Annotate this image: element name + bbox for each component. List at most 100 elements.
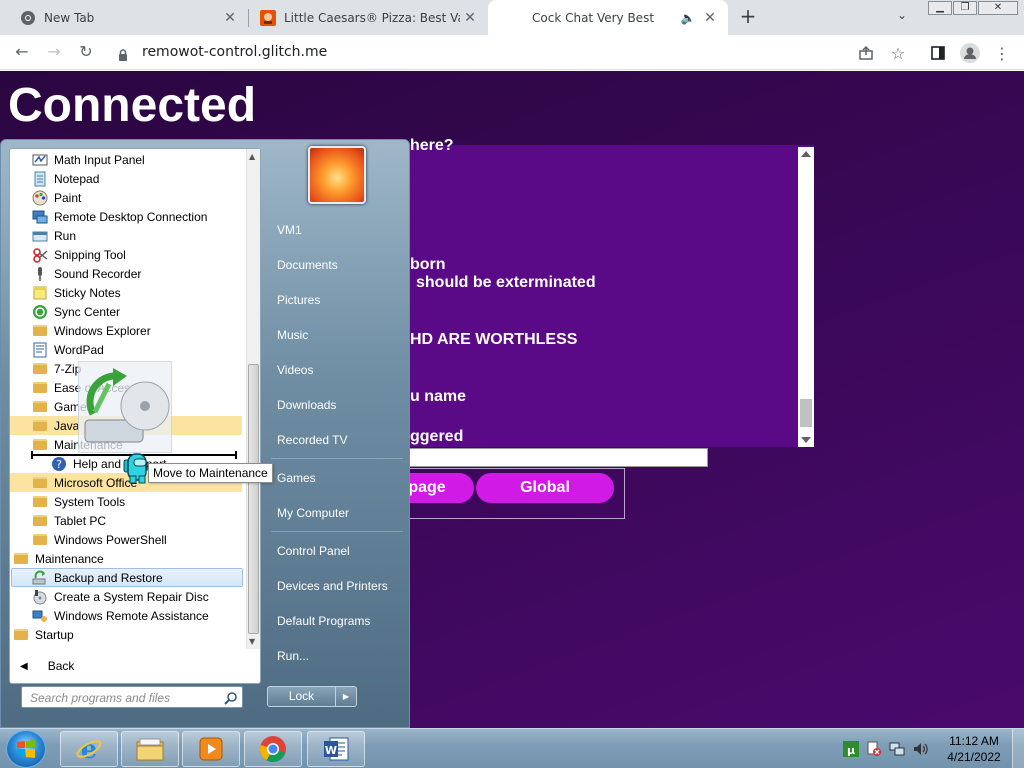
clock-date: 4/21/2022 xyxy=(947,750,1001,764)
side-panel-icon[interactable] xyxy=(928,43,948,63)
global-button[interactable]: Global xyxy=(476,473,614,503)
program-label: Sync Center xyxy=(54,304,121,319)
program-paint[interactable]: Paint xyxy=(32,188,81,207)
folder-7zip[interactable]: 7-Zip xyxy=(32,359,81,378)
program-wordpad[interactable]: WordPad xyxy=(32,340,104,359)
start-link-my-computer[interactable]: My Computer xyxy=(277,506,349,520)
lock-button[interactable]: Lock ▶ xyxy=(267,686,357,707)
back-arrow-icon[interactable]: ← xyxy=(12,42,32,62)
wordpad-icon xyxy=(32,342,48,358)
forward-arrow-icon[interactable]: → xyxy=(44,42,64,62)
folder-icon xyxy=(32,513,48,529)
start-link-games[interactable]: Games xyxy=(277,471,316,485)
run-icon xyxy=(32,228,48,244)
program-list-scrollbar[interactable]: ▲ ▼ xyxy=(246,149,260,649)
program-sound-recorder[interactable]: Sound Recorder xyxy=(32,264,141,283)
tray-volume-icon[interactable] xyxy=(912,741,928,757)
tab-audio-icon[interactable]: 🔈 xyxy=(676,11,700,25)
back-button[interactable]: ◀ Back xyxy=(20,659,74,673)
program-sticky-notes[interactable]: Sticky Notes xyxy=(32,283,121,302)
taskbar-chrome[interactable] xyxy=(244,731,302,767)
close-window-icon[interactable]: ✕ xyxy=(978,1,1018,15)
folder-icon xyxy=(13,551,29,567)
lock-icon[interactable] xyxy=(118,46,128,65)
taskbar-windows-explorer[interactable] xyxy=(121,731,179,767)
start-link-downloads[interactable]: Downloads xyxy=(277,398,336,412)
minimize-icon[interactable]: ▁ xyxy=(928,1,952,15)
start-link-run[interactable]: Run... xyxy=(277,649,309,663)
menu-kebab-icon[interactable]: ⋮ xyxy=(992,43,1012,63)
share-icon[interactable] xyxy=(856,43,876,63)
tab-new-tab[interactable]: New Tab ✕ xyxy=(0,0,248,35)
program-label: Paint xyxy=(54,190,82,205)
reload-icon[interactable]: ↻ xyxy=(76,42,96,62)
page-title: Connected xyxy=(8,79,257,132)
clock-time: 11:12 AM xyxy=(949,734,999,748)
tab-cock-chat[interactable]: Cock Chat Very Best 🔈 ✕ xyxy=(488,0,728,35)
scroll-up-arrow-icon[interactable]: ▲ xyxy=(249,152,255,161)
scroll-thumb[interactable] xyxy=(800,399,812,427)
taskbar-clock[interactable]: 11:12 AM 4/21/2022 xyxy=(940,733,1008,765)
program-windows-explorer[interactable]: Windows Explorer xyxy=(32,321,151,340)
search-input[interactable] xyxy=(22,688,218,708)
bookmark-star-icon[interactable]: ☆ xyxy=(888,43,908,63)
search-icon[interactable] xyxy=(224,690,238,709)
start-link-default-programs[interactable]: Default Programs xyxy=(277,614,370,628)
program-sync-center[interactable]: Sync Center xyxy=(32,302,120,321)
backup-icon xyxy=(32,570,48,586)
close-tab-icon[interactable]: ✕ xyxy=(700,10,720,26)
tray-action-center-warning-icon[interactable] xyxy=(866,741,882,757)
shutdown-options-arrow-icon[interactable]: ▶ xyxy=(336,687,356,706)
start-link-videos[interactable]: Videos xyxy=(277,363,313,377)
start-link-pictures[interactable]: Pictures xyxy=(277,293,320,307)
folder-startup[interactable]: Startup xyxy=(13,625,74,644)
folder-system-tools[interactable]: System Tools xyxy=(32,492,125,511)
program-math-input-panel[interactable]: Math Input Panel xyxy=(32,150,145,169)
start-link-devices-and-printers[interactable]: Devices and Printers xyxy=(277,579,388,593)
user-avatar[interactable] xyxy=(308,146,366,204)
folder-maintenance-expanded[interactable]: Maintenance xyxy=(13,549,104,568)
show-desktop-button[interactable] xyxy=(1012,729,1024,768)
program-snipping-tool[interactable]: Snipping Tool xyxy=(32,245,126,264)
scroll-down-arrow-icon[interactable] xyxy=(801,437,811,443)
profile-avatar-icon[interactable] xyxy=(960,43,980,63)
taskbar-word[interactable]: W xyxy=(307,731,365,767)
tray-network-icon[interactable] xyxy=(889,741,905,757)
program-notepad[interactable]: Notepad xyxy=(32,169,99,188)
start-button[interactable] xyxy=(6,730,46,768)
taskbar-internet-explorer[interactable]: e xyxy=(60,731,118,767)
windows-explorer-icon xyxy=(136,738,164,761)
program-run[interactable]: Run xyxy=(32,226,76,245)
scroll-down-arrow-icon[interactable]: ▼ xyxy=(249,637,255,646)
tab-strip: New Tab ✕ Little Caesars® Pizza: Best Va… xyxy=(0,0,1024,35)
folder-icon xyxy=(32,380,48,396)
close-tab-icon[interactable]: ✕ xyxy=(220,10,240,26)
taskbar-media-player[interactable] xyxy=(182,731,240,767)
start-link-vm1[interactable]: VM1 xyxy=(277,223,302,237)
folder-windows-powershell[interactable]: Windows PowerShell xyxy=(32,530,167,549)
start-link-music[interactable]: Music xyxy=(277,328,308,342)
start-link-recorded-tv[interactable]: Recorded TV xyxy=(277,433,347,447)
program-create-system-repair-disc[interactable]: Create a System Repair Disc xyxy=(32,587,209,606)
restore-icon[interactable]: ❐ xyxy=(953,1,977,15)
start-link-documents[interactable]: Documents xyxy=(277,258,338,272)
program-backup-and-restore[interactable]: Backup and Restore xyxy=(11,568,243,587)
program-remote-desktop[interactable]: Remote Desktop Connection xyxy=(32,207,207,226)
chat-scrollbar[interactable] xyxy=(798,147,814,447)
start-search-box[interactable] xyxy=(21,686,243,708)
chat-message: born xyxy=(410,256,446,273)
new-tab-button[interactable]: + xyxy=(738,6,758,28)
start-link-control-panel[interactable]: Control Panel xyxy=(277,544,350,558)
scroll-up-arrow-icon[interactable] xyxy=(801,151,811,157)
address-bar[interactable]: remowot-control.glitch.me xyxy=(142,44,327,60)
tray-torrent-icon[interactable]: μ xyxy=(843,741,859,757)
tab-search-chevron-icon[interactable]: ⌄ xyxy=(897,8,907,22)
close-tab-icon[interactable]: ✕ xyxy=(460,10,480,26)
scroll-thumb[interactable] xyxy=(248,364,259,634)
tab-little-caesars[interactable]: Little Caesars® Pizza: Best Value ✕ xyxy=(240,0,488,35)
program-windows-remote-assistance[interactable]: Windows Remote Assistance xyxy=(32,606,209,625)
svg-text:?: ? xyxy=(56,458,62,471)
folder-tablet-pc[interactable]: Tablet PC xyxy=(32,511,106,530)
drag-tooltip: Move to Maintenance xyxy=(148,463,273,483)
program-label: Remote Desktop Connection xyxy=(54,209,208,224)
